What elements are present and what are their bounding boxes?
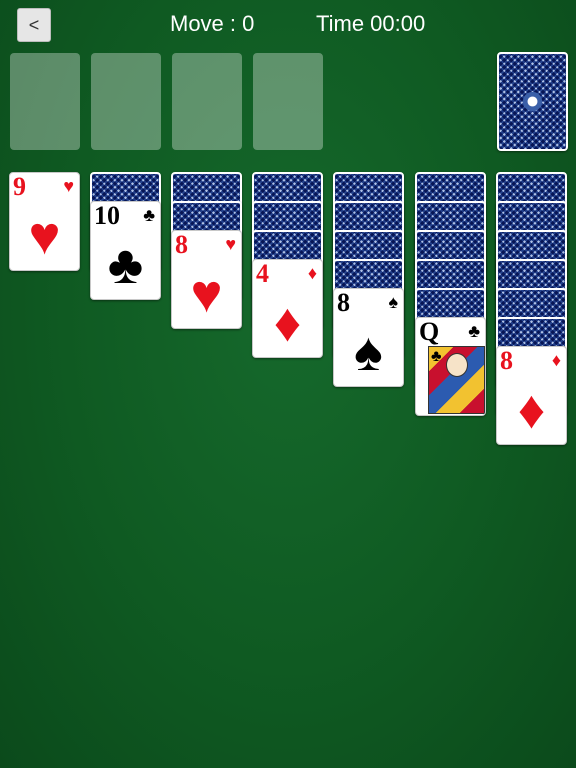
card-suit-icon: ♥ (63, 176, 74, 196)
playing-card[interactable]: 10 ♣ ♣ (90, 201, 161, 300)
move-counter: Move : 0 (170, 11, 255, 36)
foundation-slot-3[interactable] (172, 53, 242, 150)
card-suit-icon: ♣ (468, 321, 480, 341)
card-center-suit-icon: ♥ (28, 206, 61, 266)
card-center-suit-icon: ♦ (273, 293, 302, 353)
card-rank: 8 (500, 346, 513, 375)
time-display: Time 00:00 (316, 11, 426, 36)
card-center-suit-icon: ♠ (354, 322, 383, 382)
card-rank: 8 (175, 230, 188, 259)
card-suit-icon: ♦ (307, 263, 317, 283)
queen-portrait-icon: ♣ (428, 346, 485, 414)
playing-card[interactable]: Q ♣ ♣ (415, 317, 486, 416)
card-rank: 4 (256, 259, 269, 288)
card-suit-icon: ♠ (388, 292, 398, 312)
card-rank: 10 (94, 201, 120, 230)
queen-face-icon (446, 353, 468, 377)
card-rank: 9 (13, 172, 26, 201)
stock-pile[interactable] (497, 52, 568, 151)
foundation-slot-2[interactable] (91, 53, 161, 150)
playing-card[interactable]: 4 ♦ ♦ (252, 259, 323, 358)
card-rank: Q (419, 317, 440, 346)
card-center-suit-icon: ♦ (517, 380, 546, 440)
foundation-slot-4[interactable] (253, 53, 323, 150)
card-suit-icon: ♦ (551, 350, 561, 370)
card-rank: 8 (337, 288, 350, 317)
playing-card[interactable]: 9 ♥ ♥ (9, 172, 80, 271)
foundation-slot-1[interactable] (10, 53, 80, 150)
playing-card[interactable]: 8 ♠ ♠ (333, 288, 404, 387)
playing-card[interactable]: 8 ♦ ♦ (496, 346, 567, 445)
card-suit-icon: ♣ (143, 205, 155, 225)
card-suit-icon: ♣ (431, 348, 442, 365)
playing-card[interactable]: 8 ♥ ♥ (171, 230, 242, 329)
back-button[interactable]: < (17, 8, 51, 42)
card-center-suit-icon: ♣ (107, 235, 144, 295)
card-suit-icon: ♥ (225, 234, 236, 254)
card-center-suit-icon: ♥ (190, 264, 223, 324)
